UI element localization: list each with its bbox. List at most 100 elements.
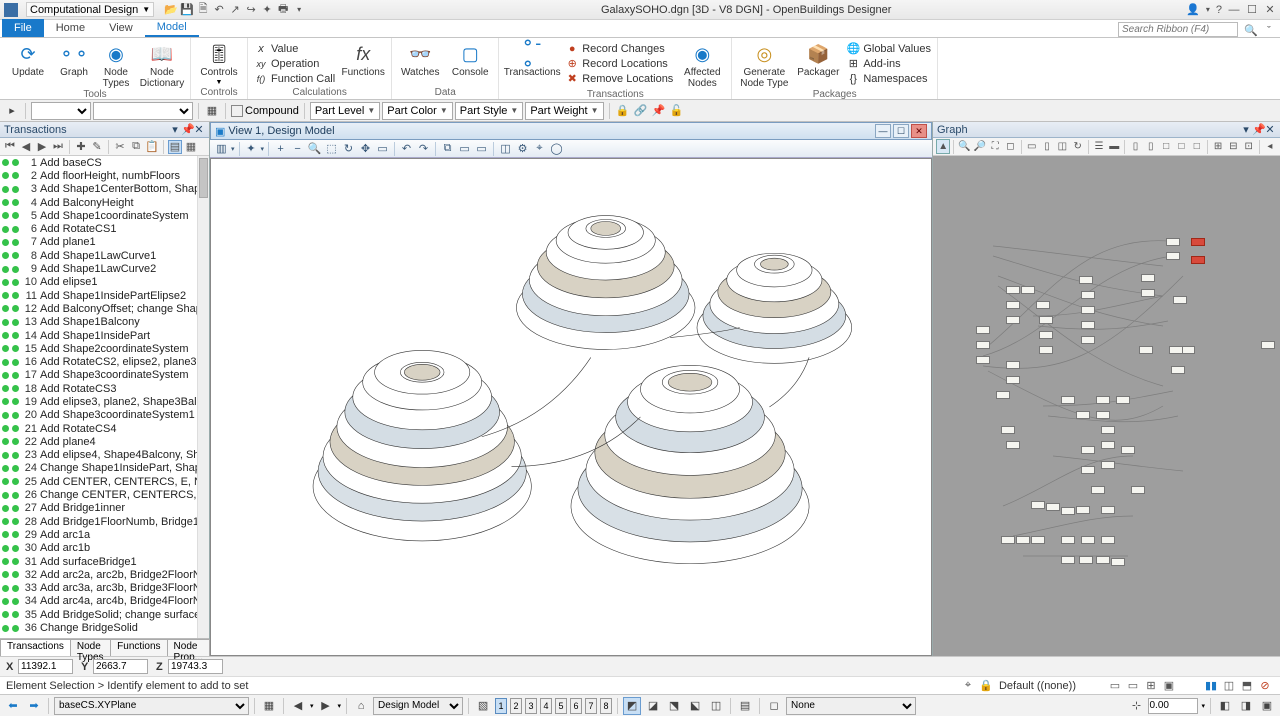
transactions-list[interactable]: 1Add baseCS2Add floorHeight, numbFloors3… xyxy=(0,156,209,638)
transaction-row[interactable]: 7Add plane1 xyxy=(0,236,209,249)
sb-c-icon[interactable]: ⊞ xyxy=(1143,679,1159,693)
graph-node[interactable] xyxy=(1039,346,1053,354)
transaction-row[interactable]: 23Add elipse4, Shape4Balcony, Shape4Ins xyxy=(0,449,209,462)
transaction-row[interactable]: 34Add arc4a, arc4b, Bridge4FloorNumb, B xyxy=(0,595,209,608)
user-chevron-icon[interactable]: ▾ xyxy=(1206,5,1210,14)
tab-home[interactable]: Home xyxy=(44,19,97,37)
graph-node[interactable] xyxy=(1116,396,1130,404)
qat-save-icon[interactable]: 💾 xyxy=(180,3,194,17)
transaction-row[interactable]: 8Add Shape1LawCurve1 xyxy=(0,249,209,262)
viewport[interactable] xyxy=(210,158,932,656)
transaction-row[interactable]: 30Add arc1b xyxy=(0,542,209,555)
transaction-row[interactable]: 35Add BridgeSolid; change surfaceBridge1 xyxy=(0,608,209,621)
graph-node[interactable] xyxy=(1101,506,1115,514)
vt-next-icon[interactable]: ↷ xyxy=(416,141,431,156)
compound-checkbox[interactable] xyxy=(231,105,243,117)
tab-view[interactable]: View xyxy=(97,19,145,37)
tx-edit-icon[interactable]: ✎ xyxy=(90,140,104,154)
close-button[interactable]: ✕ xyxy=(1264,3,1276,16)
vt-c-icon[interactable]: ⚙ xyxy=(515,141,530,156)
graph-panel-header[interactable]: Graph ▾ 📌 ✕ xyxy=(933,122,1280,138)
lock2-icon[interactable]: 🔓 xyxy=(669,103,685,119)
graph-node[interactable] xyxy=(1131,486,1145,494)
scrollbar-thumb[interactable] xyxy=(199,158,208,198)
graph-node[interactable] xyxy=(1031,501,1045,509)
gt-g-icon[interactable]: □ xyxy=(1190,139,1204,154)
graph-node[interactable] xyxy=(1166,238,1180,246)
transaction-row[interactable]: 14Add Shape1InsidePart xyxy=(0,329,209,342)
transaction-row[interactable]: 5Add Shape1coordinateSystem xyxy=(0,209,209,222)
cs-combo[interactable]: baseCS.XYPlane xyxy=(54,697,249,715)
sb-a-icon[interactable]: ▭ xyxy=(1107,679,1123,693)
graph-node[interactable] xyxy=(1121,446,1135,454)
graph-node[interactable] xyxy=(976,341,990,349)
transaction-row[interactable]: 22Add plane4 xyxy=(0,435,209,448)
vt-copy-icon[interactable]: ⧉ xyxy=(440,141,455,156)
transaction-row[interactable]: 10Add elipse1 xyxy=(0,276,209,289)
graph-node[interactable] xyxy=(1101,441,1115,449)
transaction-row[interactable]: 28Add Bridge1FloorNumb, Bridge1outer, I xyxy=(0,515,209,528)
gt-layout3-icon[interactable]: ◫ xyxy=(1055,139,1069,154)
btab-functions[interactable]: Functions xyxy=(110,639,167,656)
transaction-row[interactable]: 16Add RotateCS2, elipse2, plane3, Shape2 xyxy=(0,355,209,368)
mode-a-icon[interactable]: ◩ xyxy=(623,697,641,715)
cube-icon[interactable]: ▦ xyxy=(204,103,220,119)
update-button[interactable]: ⟳Update xyxy=(6,40,50,78)
transaction-row[interactable]: 25Add CENTER, CENTERCS, E, N, S, W xyxy=(0,475,209,488)
transaction-row[interactable]: 18Add RotateCS3 xyxy=(0,382,209,395)
operation-button[interactable]: xyOperation xyxy=(254,56,335,71)
part-color-combo[interactable]: Part Color▼ xyxy=(382,102,452,120)
global-values-button[interactable]: 🌐Global Values xyxy=(846,41,931,56)
part-weight-combo[interactable]: Part Weight▼ xyxy=(525,102,603,120)
qat-undo-icon[interactable]: ↶ xyxy=(212,3,226,17)
graph-node[interactable] xyxy=(1079,276,1093,284)
gt-j-icon[interactable]: ⊡ xyxy=(1241,139,1255,154)
mode-b-icon[interactable]: ◪ xyxy=(644,697,662,715)
graph-node[interactable] xyxy=(1141,289,1155,297)
transaction-row[interactable]: 3Add Shape1CenterBottom, Shape2Cent xyxy=(0,183,209,196)
transaction-row[interactable]: 33Add arc3a, arc3b, Bridge3FloorNumb, B xyxy=(0,582,209,595)
graph-node[interactable] xyxy=(1039,316,1053,324)
vt-pan-icon[interactable]: ✥ xyxy=(358,141,373,156)
sb-e-icon[interactable]: ◫ xyxy=(1221,679,1237,693)
node-dictionary-button[interactable]: 📖Node Dictionary xyxy=(140,40,184,89)
gt-zoomin-icon[interactable]: 🔍 xyxy=(957,139,971,154)
home-icon[interactable]: ⌂ xyxy=(352,697,370,715)
qat-arrow-icon[interactable]: ↗ xyxy=(228,3,242,17)
graph-node[interactable] xyxy=(1036,301,1050,309)
sb-f-icon[interactable]: ⬒ xyxy=(1239,679,1255,693)
view-1-button[interactable]: 1 xyxy=(495,698,507,714)
graph-node[interactable] xyxy=(1139,346,1153,354)
graph-node[interactable] xyxy=(1006,286,1020,294)
value-button[interactable]: xValue xyxy=(254,41,335,56)
tool-cursor-icon[interactable]: ▸ xyxy=(4,103,20,119)
view-2-button[interactable]: 2 xyxy=(510,698,522,714)
lock-icon[interactable]: 🔒 xyxy=(978,679,994,693)
model-combo[interactable]: Design Model xyxy=(373,697,463,715)
btab-node-prop[interactable]: Node Prop... xyxy=(167,639,210,656)
vt-rotate-icon[interactable]: ↻ xyxy=(341,141,356,156)
none-combo[interactable]: None xyxy=(786,697,916,715)
minimize-button[interactable]: — xyxy=(1228,4,1240,16)
graph-node[interactable] xyxy=(996,391,1010,399)
ribbon-search-input[interactable] xyxy=(1118,22,1238,37)
gt-e-icon[interactable]: □ xyxy=(1159,139,1173,154)
gt-layout2-icon[interactable]: ▯ xyxy=(1040,139,1054,154)
coord-x-input[interactable] xyxy=(18,659,73,674)
vt-window-icon[interactable]: ⬚ xyxy=(324,141,339,156)
tx-cut-icon[interactable]: ✂ xyxy=(113,140,127,154)
vt-a-icon[interactable]: ▭ xyxy=(457,141,472,156)
tx-first-icon[interactable]: ⏮ xyxy=(3,140,17,154)
transaction-row[interactable]: 20Add Shape3coordinateSystem1 xyxy=(0,409,209,422)
graph-node[interactable] xyxy=(1173,296,1187,304)
vt-walk-icon[interactable]: ▭ xyxy=(375,141,390,156)
lock-icon[interactable]: 🔒 xyxy=(615,103,631,119)
btab-node-types[interactable]: Node Types xyxy=(70,639,111,656)
namespaces-button[interactable]: {}Namespaces xyxy=(846,71,931,86)
graph-node[interactable] xyxy=(1096,411,1110,419)
search-icon[interactable]: 🔍 xyxy=(1244,24,1258,37)
graph-node[interactable] xyxy=(1101,426,1115,434)
transaction-row[interactable]: 19Add elipse3, plane2, Shape3Balcony, Sh xyxy=(0,395,209,408)
gt-i-icon[interactable]: ⊟ xyxy=(1226,139,1240,154)
graph-node[interactable] xyxy=(1101,461,1115,469)
